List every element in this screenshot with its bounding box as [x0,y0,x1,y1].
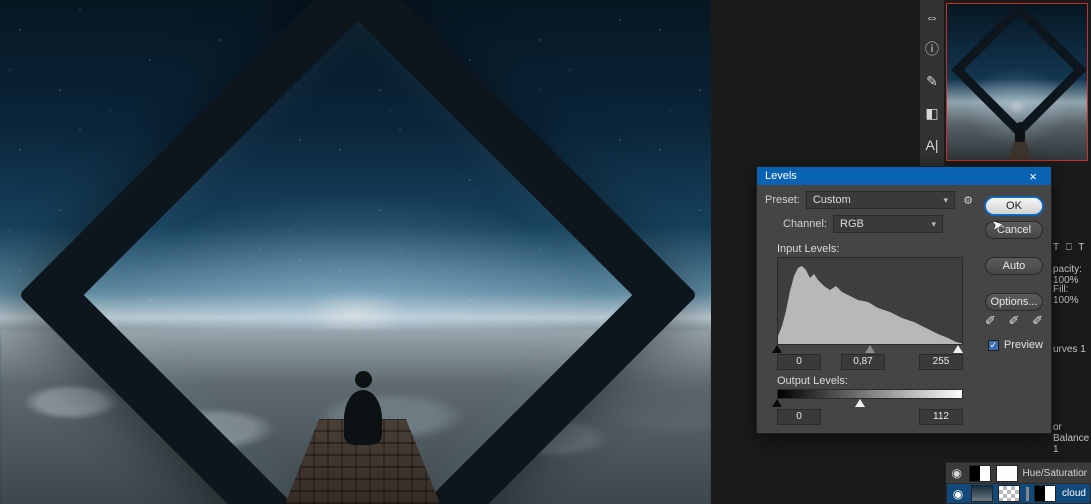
black-point-slider[interactable] [772,345,782,353]
levels-dialog[interactable]: Levels × Preset: Custom ▾ ⚙ Channel: RGB… [756,166,1052,434]
visibility-eye-icon[interactable]: ◉ [950,466,964,480]
opacity-fragment: pacity: 100% [1053,264,1091,286]
input-slider-track[interactable] [777,345,963,353]
input-gamma-field[interactable]: 0,87 [841,354,885,370]
brush-icon[interactable]: ✎ [926,74,938,88]
adjustment-name-fragment[interactable]: urves 1 [1053,344,1091,355]
seated-figure [344,371,382,449]
preset-value: Custom [813,194,851,206]
channel-label: Channel: [783,218,827,230]
output-black-field[interactable]: 0 [777,409,821,425]
expand-icon[interactable]: ⇔ [925,10,939,24]
document-canvas[interactable] [0,0,711,504]
layer-row-cloud[interactable]: ◉ cloud [946,483,1091,504]
info-icon[interactable]: ⓘ [925,42,939,56]
adjustment-thumb[interactable] [969,465,991,482]
layer-name[interactable]: cloud [1062,488,1086,499]
dialog-titlebar[interactable]: Levels × [757,167,1051,185]
layer-mask-thumb[interactable] [1034,485,1056,502]
layers-panel[interactable]: ◉ Hue/Saturation ◉ cloud [946,462,1091,504]
preset-menu-gear-icon[interactable]: ⚙ [961,194,975,207]
navigator-figure [1015,122,1025,142]
input-black-field[interactable]: 0 [777,354,821,370]
fill-fragment: Fill: 100% [1053,284,1091,306]
output-levels-label: Output Levels: [777,375,848,387]
output-slider-track[interactable] [777,399,963,407]
swatch-icon[interactable]: ◧ [925,106,938,120]
chevron-down-icon: ▾ [931,219,936,230]
options-button[interactable]: Options... [985,293,1043,311]
eyedropper-group: ✐ ✐ ✐ [985,313,1043,329]
layer-mask-thumb[interactable] [996,465,1018,482]
preview-label[interactable]: Preview [1004,339,1043,351]
visibility-eye-icon[interactable]: ◉ [951,487,965,501]
preset-label: Preset: [765,194,800,206]
chevron-down-icon: ▾ [943,195,948,206]
collapsed-options-bar[interactable]: ⇔ ⓘ ✎ ◧ A| □ [920,0,944,170]
white-point-slider[interactable] [953,345,963,353]
midtone-slider[interactable] [865,345,875,353]
preview-checkbox[interactable]: ✓ [988,340,999,351]
black-eyedropper-icon[interactable]: ✐ [985,313,996,329]
channel-value: RGB [840,218,864,230]
auto-button[interactable]: Auto [985,257,1043,275]
output-white-slider[interactable] [855,399,865,407]
gray-eyedropper-icon[interactable]: ✐ [1009,313,1020,329]
type-tool-row[interactable]: T ⎕ T [1053,242,1086,253]
type-icon[interactable]: A| [926,138,939,152]
input-white-field[interactable]: 255 [919,354,963,370]
dialog-title: Levels [765,170,797,182]
adjustment-row-fragment[interactable]: or Balance 1 [1053,422,1091,455]
cancel-button[interactable]: Cancel [985,221,1043,239]
histogram[interactable] [777,257,963,345]
white-eyedropper-icon[interactable]: ✐ [1032,313,1043,329]
layer-name[interactable]: Hue/Saturation [1023,468,1087,479]
output-black-slider[interactable] [772,399,782,407]
navigator-thumbnail[interactable] [946,3,1088,161]
preset-select[interactable]: Custom ▾ [806,191,955,209]
smart-object-badge[interactable] [998,485,1020,502]
link-icon [1026,487,1029,501]
close-icon[interactable]: × [1019,169,1047,184]
input-levels-label: Input Levels: [777,243,839,255]
layer-row-hue-sat[interactable]: ◉ Hue/Saturation [946,462,1091,483]
ok-button[interactable]: OK [985,197,1043,215]
output-white-field[interactable]: 112 [919,409,963,425]
channel-select[interactable]: RGB ▾ [833,215,943,233]
layer-thumb[interactable] [971,485,993,502]
output-gradient[interactable] [777,389,963,399]
